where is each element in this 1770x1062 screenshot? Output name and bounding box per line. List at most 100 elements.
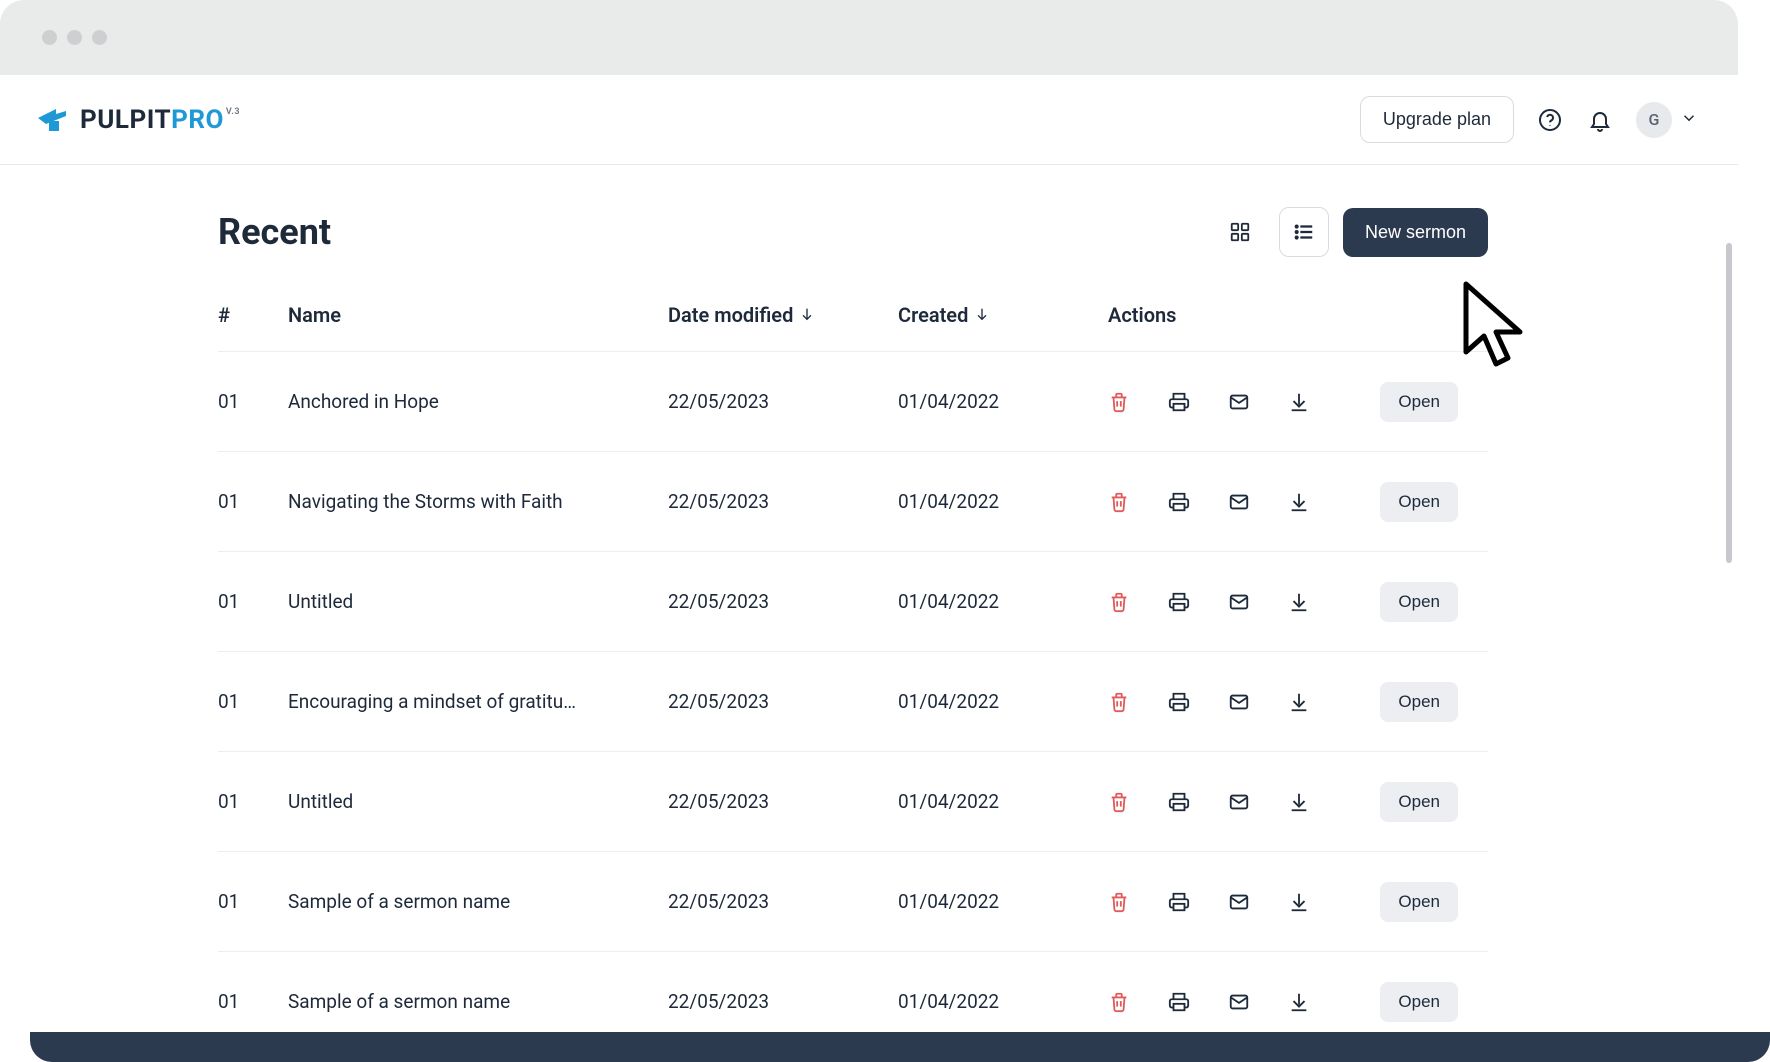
- print-icon[interactable]: [1168, 691, 1190, 713]
- col-index: #: [218, 303, 288, 327]
- print-icon[interactable]: [1168, 591, 1190, 613]
- print-icon[interactable]: [1168, 491, 1190, 513]
- download-icon[interactable]: [1288, 691, 1310, 713]
- sort-desc-icon: [974, 303, 990, 327]
- row-modified: 22/05/2023: [668, 590, 898, 613]
- mail-icon[interactable]: [1228, 391, 1250, 413]
- delete-icon[interactable]: [1108, 791, 1130, 813]
- delete-icon[interactable]: [1108, 391, 1130, 413]
- row-name[interactable]: Untitled: [288, 590, 668, 613]
- traffic-light-maximize[interactable]: [92, 30, 107, 45]
- mail-icon[interactable]: [1228, 991, 1250, 1013]
- table-row: 01Encouraging a mindset of gratitu…22/05…: [218, 651, 1488, 751]
- row-name[interactable]: Sample of a sermon name: [288, 990, 668, 1013]
- delete-icon[interactable]: [1108, 991, 1130, 1013]
- row-modified: 22/05/2023: [668, 690, 898, 713]
- row-index: 01: [218, 690, 288, 713]
- help-icon[interactable]: [1536, 106, 1564, 134]
- list-view-button[interactable]: [1279, 207, 1329, 257]
- upgrade-plan-button[interactable]: Upgrade plan: [1360, 96, 1514, 143]
- row-created: 01/04/2022: [898, 890, 1108, 913]
- row-name[interactable]: Navigating the Storms with Faith: [288, 490, 668, 513]
- page-title: Recent: [218, 211, 331, 253]
- mail-icon[interactable]: [1228, 591, 1250, 613]
- download-icon[interactable]: [1288, 591, 1310, 613]
- row-modified: 22/05/2023: [668, 990, 898, 1013]
- table-row: 01Sample of a sermon name22/05/202301/04…: [218, 851, 1488, 951]
- row-index: 01: [218, 890, 288, 913]
- row-name[interactable]: Sample of a sermon name: [288, 890, 668, 913]
- traffic-light-minimize[interactable]: [67, 30, 82, 45]
- row-index: 01: [218, 990, 288, 1013]
- sort-desc-icon: [799, 303, 815, 327]
- open-button[interactable]: Open: [1380, 982, 1458, 1022]
- row-name[interactable]: Untitled: [288, 790, 668, 813]
- row-index: 01: [218, 790, 288, 813]
- row-index: 01: [218, 390, 288, 413]
- mail-icon[interactable]: [1228, 791, 1250, 813]
- delete-icon[interactable]: [1108, 891, 1130, 913]
- row-modified: 22/05/2023: [668, 390, 898, 413]
- open-button[interactable]: Open: [1380, 382, 1458, 422]
- table-row: 01Anchored in Hope22/05/202301/04/2022 Op…: [218, 351, 1488, 451]
- table-row: 01Sample of a sermon name22/05/202301/04…: [218, 951, 1488, 1032]
- row-modified: 22/05/2023: [668, 890, 898, 913]
- open-button[interactable]: Open: [1380, 882, 1458, 922]
- logo-text: PULPITPROV.3: [80, 105, 238, 135]
- download-icon[interactable]: [1288, 491, 1310, 513]
- content: Recent New sermon: [0, 165, 1738, 1032]
- account-menu[interactable]: G: [1636, 102, 1698, 138]
- download-icon[interactable]: [1288, 891, 1310, 913]
- row-created: 01/04/2022: [898, 790, 1108, 813]
- download-icon[interactable]: [1288, 391, 1310, 413]
- row-created: 01/04/2022: [898, 390, 1108, 413]
- sermon-table: # Name Date modified Created A: [218, 303, 1488, 1032]
- row-created: 01/04/2022: [898, 590, 1108, 613]
- row-index: 01: [218, 490, 288, 513]
- delete-icon[interactable]: [1108, 491, 1130, 513]
- mail-icon[interactable]: [1228, 491, 1250, 513]
- row-name[interactable]: Anchored in Hope: [288, 390, 668, 413]
- chevron-down-icon: [1680, 109, 1698, 131]
- window-chrome: [0, 0, 1738, 75]
- row-index: 01: [218, 590, 288, 613]
- download-icon[interactable]: [1288, 991, 1310, 1013]
- row-created: 01/04/2022: [898, 490, 1108, 513]
- print-icon[interactable]: [1168, 791, 1190, 813]
- open-button[interactable]: Open: [1380, 682, 1458, 722]
- logo-mark-icon: [36, 105, 70, 135]
- open-button[interactable]: Open: [1380, 782, 1458, 822]
- col-created[interactable]: Created: [898, 303, 1108, 327]
- logo[interactable]: PULPITPROV.3: [36, 105, 238, 135]
- delete-icon[interactable]: [1108, 691, 1130, 713]
- row-name[interactable]: Encouraging a mindset of gratitu…: [288, 690, 668, 713]
- frame-bottom: [30, 1032, 1770, 1062]
- mail-icon[interactable]: [1228, 891, 1250, 913]
- table-row: 01Navigating the Storms with Faith22/05/…: [218, 451, 1488, 551]
- traffic-light-close[interactable]: [42, 30, 57, 45]
- grid-view-button[interactable]: [1215, 207, 1265, 257]
- open-button[interactable]: Open: [1380, 582, 1458, 622]
- mail-icon[interactable]: [1228, 691, 1250, 713]
- download-icon[interactable]: [1288, 791, 1310, 813]
- print-icon[interactable]: [1168, 391, 1190, 413]
- row-created: 01/04/2022: [898, 690, 1108, 713]
- col-actions: Actions: [1108, 303, 1368, 327]
- col-name[interactable]: Name: [288, 303, 668, 327]
- delete-icon[interactable]: [1108, 591, 1130, 613]
- print-icon[interactable]: [1168, 991, 1190, 1013]
- table-header: # Name Date modified Created A: [218, 303, 1488, 351]
- row-modified: 22/05/2023: [668, 490, 898, 513]
- new-sermon-button[interactable]: New sermon: [1343, 208, 1488, 257]
- table-row: 01Untitled22/05/202301/04/2022 Open: [218, 551, 1488, 651]
- row-modified: 22/05/2023: [668, 790, 898, 813]
- table-row: 01Untitled22/05/202301/04/2022 Open: [218, 751, 1488, 851]
- print-icon[interactable]: [1168, 891, 1190, 913]
- notifications-icon[interactable]: [1586, 106, 1614, 134]
- avatar: G: [1636, 102, 1672, 138]
- open-button[interactable]: Open: [1380, 482, 1458, 522]
- scrollbar[interactable]: [1726, 243, 1732, 563]
- col-date-modified[interactable]: Date modified: [668, 303, 898, 327]
- topbar: PULPITPROV.3 Upgrade plan: [0, 75, 1738, 165]
- row-created: 01/04/2022: [898, 990, 1108, 1013]
